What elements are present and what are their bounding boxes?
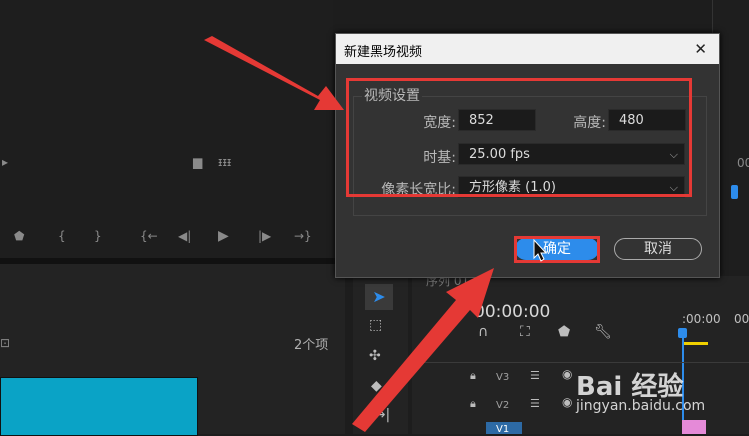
arrow-lower bbox=[352, 268, 494, 432]
cursor-icon bbox=[533, 238, 548, 262]
watermark-url: jingyan.baidu.com bbox=[576, 398, 706, 414]
arrow-upper bbox=[204, 36, 344, 110]
